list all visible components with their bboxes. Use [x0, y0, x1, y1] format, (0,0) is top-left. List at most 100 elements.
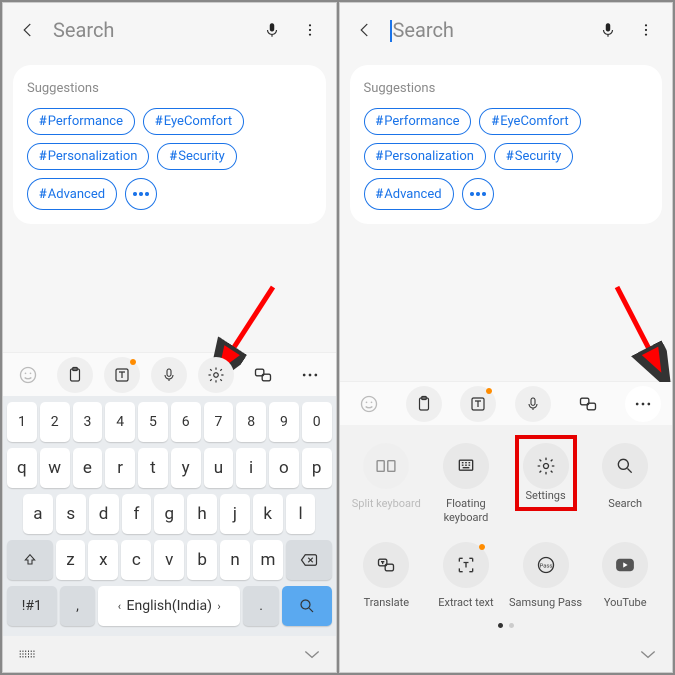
clipboard-icon[interactable] [57, 357, 93, 393]
keyboard-toolbar [3, 352, 336, 396]
chip-performance[interactable]: #Performance [27, 108, 135, 135]
translate-icon[interactable] [570, 386, 606, 422]
svg-text:Pass: Pass [539, 563, 552, 569]
key-q[interactable]: q [7, 448, 37, 488]
more-translate[interactable]: Translate [350, 542, 424, 609]
more-menu-icon[interactable] [634, 18, 658, 42]
more-floating-keyboard[interactable]: Floating keyboard [429, 443, 503, 523]
collapse-icon[interactable] [302, 645, 322, 664]
period-key[interactable]: . [243, 586, 279, 626]
key-d[interactable]: d [89, 494, 119, 534]
key-3[interactable]: 3 [73, 402, 103, 442]
keyboard-footer [3, 636, 336, 672]
key-8[interactable]: 8 [236, 402, 266, 442]
keyboard: 1234567890 qwertyuiop asdfghjkl zxcvbnm … [3, 396, 336, 636]
chip-personalization[interactable]: #Personalization [364, 143, 486, 170]
more-menu-icon[interactable] [298, 18, 322, 42]
more-search[interactable]: Search [588, 443, 662, 523]
key-5[interactable]: 5 [138, 402, 168, 442]
keyboard-footer [340, 636, 673, 672]
mic-icon[interactable] [596, 18, 620, 42]
back-button[interactable] [17, 19, 39, 41]
key-m[interactable]: m [253, 540, 283, 580]
chip-more[interactable] [462, 178, 494, 210]
emoji-icon[interactable] [10, 357, 46, 393]
shift-key[interactable] [7, 540, 53, 580]
more-samsung-pass[interactable]: Pass Samsung Pass [509, 542, 583, 609]
text-icon[interactable] [460, 386, 496, 422]
more-extract-text[interactable]: Extract text [429, 542, 503, 609]
voice-icon[interactable] [515, 386, 551, 422]
key-h[interactable]: h [187, 494, 217, 534]
chip-performance[interactable]: #Performance [364, 108, 472, 135]
key-j[interactable]: j [220, 494, 250, 534]
key-g[interactable]: g [154, 494, 184, 534]
suggestions-card: Suggestions #Performance #EyeComfort #Pe… [350, 65, 663, 224]
symbols-key[interactable]: !#1 [7, 586, 57, 626]
key-u[interactable]: u [204, 448, 234, 488]
more-youtube[interactable]: YouTube [588, 542, 662, 609]
gear-icon[interactable] [198, 357, 234, 393]
chip-personalization[interactable]: #Personalization [27, 143, 149, 170]
back-button[interactable] [354, 19, 376, 41]
mic-icon[interactable] [260, 18, 284, 42]
chip-eyecomfort[interactable]: #EyeComfort [143, 108, 244, 135]
key-k[interactable]: k [253, 494, 283, 534]
chip-advanced[interactable]: #Advanced [27, 178, 117, 210]
keyboard-handle-icon[interactable] [17, 645, 39, 664]
key-a[interactable]: a [23, 494, 53, 534]
key-v[interactable]: v [154, 540, 184, 580]
key-t[interactable]: t [138, 448, 168, 488]
chip-security[interactable]: #Security [157, 143, 236, 170]
key-z[interactable]: z [56, 540, 86, 580]
key-9[interactable]: 9 [269, 402, 299, 442]
emoji-icon[interactable] [351, 386, 387, 422]
voice-icon[interactable] [151, 357, 187, 393]
key-2[interactable]: 2 [40, 402, 70, 442]
highlight-annotation: Settings [515, 435, 577, 510]
chip-eyecomfort[interactable]: #EyeComfort [479, 108, 580, 135]
chip-more[interactable] [125, 178, 157, 210]
page-indicator [350, 623, 663, 628]
key-f[interactable]: f [122, 494, 152, 534]
chip-advanced[interactable]: #Advanced [364, 178, 454, 210]
key-i[interactable]: i [236, 448, 266, 488]
key-y[interactable]: y [171, 448, 201, 488]
chip-security[interactable]: #Security [494, 143, 573, 170]
key-e[interactable]: e [73, 448, 103, 488]
comma-key[interactable]: , [60, 586, 96, 626]
key-r[interactable]: r [105, 448, 135, 488]
key-1[interactable]: 1 [7, 402, 37, 442]
key-s[interactable]: s [56, 494, 86, 534]
search-input[interactable]: Search [53, 18, 246, 42]
key-4[interactable]: 4 [105, 402, 135, 442]
suggestions-title: Suggestions [364, 81, 649, 96]
toolbar-more-icon[interactable] [625, 386, 661, 422]
key-0[interactable]: 0 [302, 402, 332, 442]
chips-row: #Performance #EyeComfort #Personalizatio… [364, 108, 649, 210]
suggestions-card: Suggestions #Performance #EyeComfort #Pe… [13, 65, 326, 224]
key-c[interactable]: c [121, 540, 151, 580]
more-settings[interactable]: Settings [509, 443, 583, 523]
key-6[interactable]: 6 [171, 402, 201, 442]
key-p[interactable]: p [302, 448, 332, 488]
translate-icon[interactable] [245, 357, 281, 393]
suggestions-title: Suggestions [27, 81, 312, 96]
search-input[interactable]: Search [390, 18, 583, 43]
collapse-icon[interactable] [638, 645, 658, 664]
key-n[interactable]: n [220, 540, 250, 580]
text-icon[interactable] [104, 357, 140, 393]
keyboard-more-panel: Split keyboard Floating keyboard Setting… [340, 425, 673, 636]
key-l[interactable]: l [286, 494, 316, 534]
key-w[interactable]: w [40, 448, 70, 488]
key-7[interactable]: 7 [204, 402, 234, 442]
clipboard-icon[interactable] [406, 386, 442, 422]
keyboard-toolbar [340, 381, 673, 425]
toolbar-more-icon[interactable] [292, 357, 328, 393]
backspace-key[interactable] [286, 540, 332, 580]
key-o[interactable]: o [269, 448, 299, 488]
spacebar[interactable]: ‹ English(India) › [98, 586, 240, 626]
key-b[interactable]: b [187, 540, 217, 580]
search-key[interactable] [282, 586, 332, 626]
key-x[interactable]: x [88, 540, 118, 580]
